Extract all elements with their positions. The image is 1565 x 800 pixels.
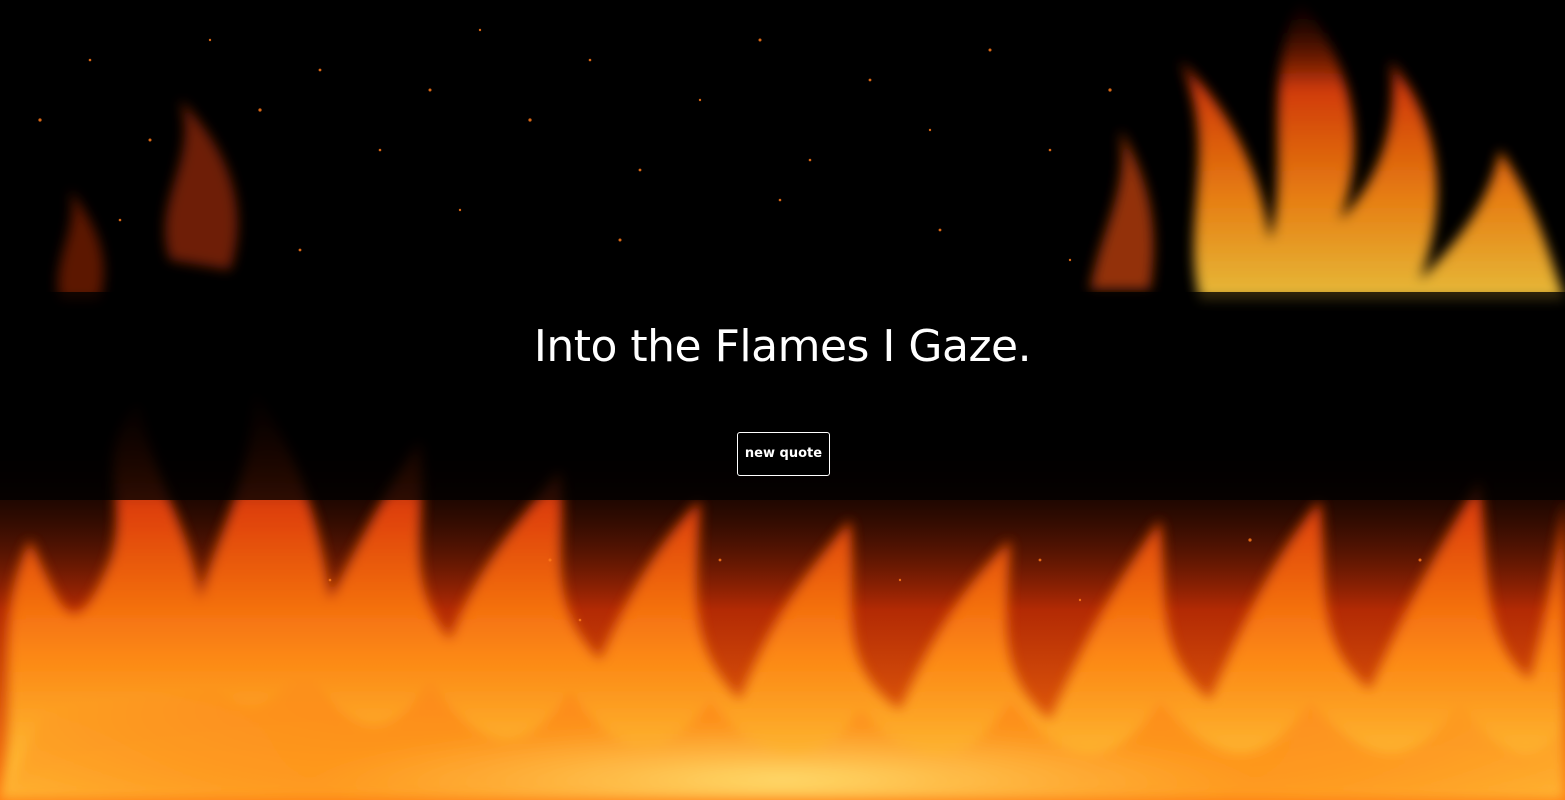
page-root: Into the Flames I Gaze. new quote: [0, 0, 1565, 800]
quote-text: Into the Flames I Gaze.: [533, 321, 1032, 372]
new-quote-button[interactable]: new quote: [737, 432, 830, 476]
